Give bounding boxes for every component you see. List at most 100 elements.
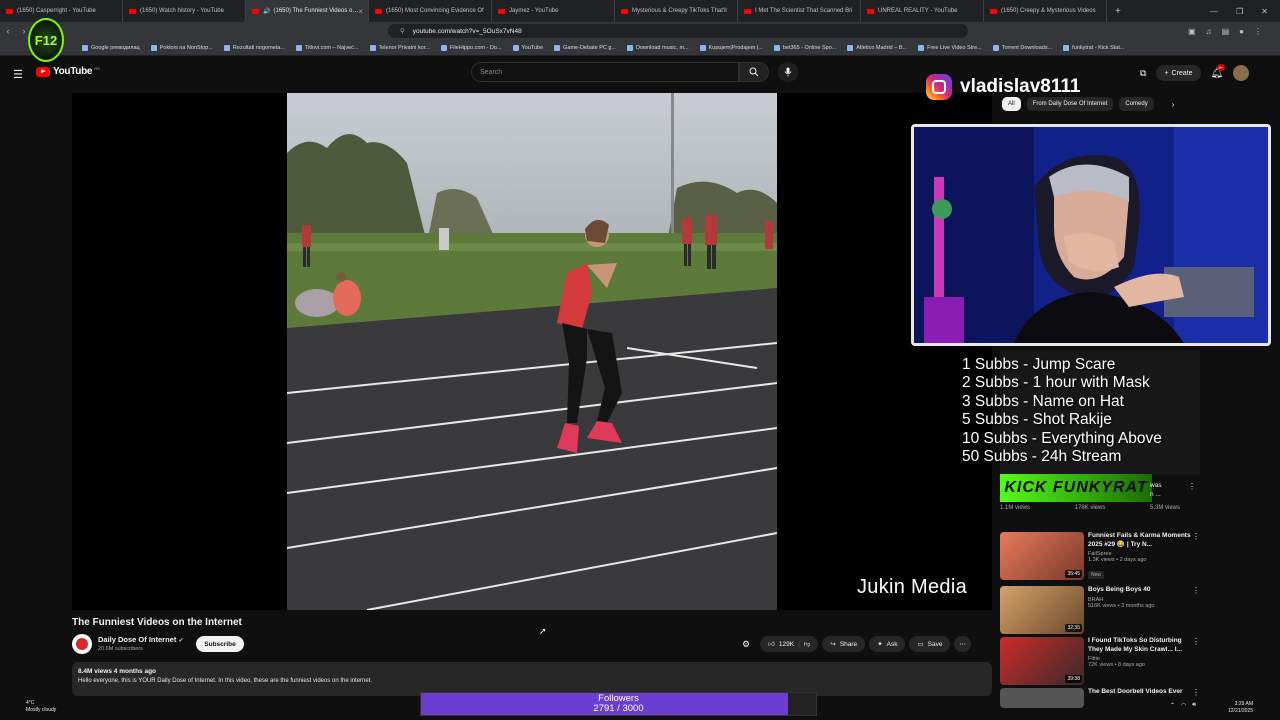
maximize-icon[interactable]: ❐ [1236, 7, 1243, 16]
address-bar[interactable]: ⚲ youtube.com/watch?v=_5OuSx7vN48 [388, 24, 968, 38]
more-icon[interactable]: ⋮ [1192, 637, 1200, 646]
save-button[interactable]: ▭ Save [909, 636, 951, 652]
bookmark-item[interactable]: Pokloni na NonStop... [150, 44, 213, 51]
chip-from-channel[interactable]: From Daily Dose Of Internet [1026, 97, 1114, 111]
more-icon[interactable]: ⋮ [1192, 532, 1200, 541]
search-icon [749, 67, 759, 77]
bookmark-item[interactable]: Download music, m... [627, 44, 689, 51]
recommendation-title[interactable]: Funniest Fails & Karma Moments 2025 #29 … [1088, 532, 1192, 549]
streamer-logo: F12 [28, 18, 64, 62]
chevron-right-icon[interactable]: › [1172, 100, 1175, 109]
more-icon[interactable]: ⋮ [1192, 586, 1200, 595]
youtube-favicon-icon [252, 8, 259, 14]
bookmark-item[interactable]: Telenor Privatni kor... [369, 44, 430, 51]
instagram-handle: vladislav8111 [960, 76, 1081, 97]
bookmark-item[interactable]: YouTube [512, 44, 544, 51]
bookmark-item[interactable]: Torrent Downloads... [992, 44, 1052, 51]
bookmark-item[interactable]: Google preводилац [82, 44, 140, 51]
chip-all[interactable]: All [1002, 97, 1021, 111]
youtube-favicon-icon [498, 8, 505, 14]
weather-widget[interactable]: 4°C Mostly cloudy [10, 700, 56, 714]
video-frame[interactable] [287, 93, 777, 610]
new-badge: New [1088, 571, 1105, 579]
more-icon[interactable]: ⋮ [1188, 482, 1196, 491]
more-actions-button[interactable]: ⋯ [954, 636, 971, 652]
youtube-logo[interactable]: YouTube RS [36, 66, 100, 77]
microphone-icon [784, 67, 792, 77]
video-thumbnail[interactable]: 39:38 [1000, 637, 1084, 685]
bookmark-item[interactable]: Free Live Video Stre... [918, 44, 982, 51]
menu-icon[interactable]: ⋮ [1254, 27, 1262, 36]
cast-icon[interactable]: ⧉ [1140, 68, 1146, 79]
browser-tab-active[interactable]: 🔊 (1650) The Funniest Videos o… × [246, 0, 369, 22]
browser-tab[interactable]: (1650) Watch history - YouTube [123, 0, 246, 22]
tab-label: I Met The Scientist That Scanned Bri [755, 8, 853, 14]
music-icon[interactable]: ♫ [1206, 27, 1212, 36]
thumbs-down-icon[interactable]: 👎︎ [804, 640, 811, 648]
browser-tab[interactable]: (1650) Casperright - YouTube [0, 0, 123, 22]
chip-comedy[interactable]: Comedy [1119, 97, 1154, 111]
browser-tab-strip: (1650) Casperright - YouTube (1650) Watc… [0, 0, 1280, 22]
close-window-icon[interactable]: ✕ [1261, 7, 1268, 16]
search-input[interactable]: Search [471, 62, 739, 82]
browser-tab[interactable]: (1650) Most Convincing Evidence Of [369, 0, 492, 22]
recommendation-title[interactable]: The Best Doorbell Videos Ever [1088, 688, 1192, 697]
wifi-icon[interactable]: ◠ [1181, 702, 1186, 709]
bookmark-item[interactable]: Titlovi.com – Najveć... [295, 44, 359, 51]
new-tab-icon[interactable]: + [1107, 6, 1129, 17]
profile-icon[interactable]: ● [1239, 27, 1244, 36]
video-thumbnail[interactable]: 32:35 [1000, 586, 1084, 634]
gear-icon[interactable]: ⚙ [742, 639, 750, 650]
bookmark-favicon-icon [918, 44, 925, 51]
browser-tab[interactable]: I Met The Scientist That Scanned Bri [738, 0, 861, 22]
ask-button[interactable]: ✦ Ask [869, 636, 906, 652]
channel-name[interactable]: Daily Dose Of Internet ✔ [98, 635, 183, 644]
bookmark-item[interactable]: Game-Debate PC g... [554, 44, 616, 51]
description-box[interactable]: 8.4M views 4 months ago Hello everyone, … [72, 662, 992, 696]
bookmark-label: Pokloni na NonStop... [159, 44, 213, 51]
browser-tab[interactable]: UNREAL REALITY - YouTube [861, 0, 984, 22]
channel-avatar[interactable] [72, 634, 92, 654]
sidebar-icon[interactable]: ▤ [1222, 27, 1230, 36]
bookmark-label: YouTube [521, 44, 544, 51]
like-button[interactable]: 👍︎ 129K | 👎︎ [760, 636, 819, 652]
notifications-button[interactable]: 🔔︎ 9+ [1211, 63, 1226, 79]
bookmark-item[interactable]: FileHippo.com - Do... [440, 44, 502, 51]
account-avatar[interactable] [1233, 65, 1250, 81]
short-title-partial[interactable]: was n ... [1150, 481, 1162, 499]
share-button[interactable]: ↪ Share [822, 636, 866, 652]
recommendation-title[interactable]: Boys Being Boys 40 [1088, 586, 1192, 595]
close-tab-icon[interactable]: × [358, 7, 363, 16]
minimize-icon[interactable]: — [1210, 7, 1218, 16]
bookmark-item[interactable]: funkytrat - Kick Stat... [1063, 44, 1124, 51]
recommendation-item[interactable]: 32:35 Boys Being Boys 40 BRAH 516K views… [1000, 586, 1200, 636]
volume-icon[interactable]: 🔊︎ [1192, 702, 1196, 709]
bookmark-item[interactable]: Atletico Madrid – B... [847, 44, 907, 51]
taskbar-clock[interactable]: 3:29 AM 12/21/2025 [1228, 701, 1253, 715]
extension-icon[interactable]: ▣ [1188, 27, 1196, 36]
recommendation-title[interactable]: I Found TikToks So Disturbing They Made … [1088, 637, 1192, 654]
bookmark-label: Google preводилац [91, 44, 140, 51]
create-button[interactable]: + Create [1156, 65, 1201, 81]
channel-logo-icon [76, 638, 88, 650]
youtube-favicon-icon [744, 8, 751, 14]
browser-tab[interactable]: Jaymez - YouTube [492, 0, 615, 22]
youtube-favicon-icon [621, 8, 628, 14]
bookmark-item[interactable]: Rezultati nogometa... [223, 44, 285, 51]
browser-tab[interactable]: (1650) Creepy & Mysterious Videos [984, 0, 1107, 22]
chevron-up-icon[interactable]: ⌃ [1170, 702, 1175, 709]
bookmark-item[interactable]: bet365 - Online Spo... [773, 44, 836, 51]
video-thumbnail[interactable]: 35:45 [1000, 532, 1084, 580]
voice-search-button[interactable] [778, 62, 798, 82]
subscribe-button[interactable]: Subscribe [196, 636, 244, 652]
video-thumbnail[interactable] [1000, 688, 1084, 708]
site-info-icon[interactable]: ⚲ [400, 27, 405, 35]
recommendation-item[interactable]: 35:45 Funniest Fails & Karma Moments 202… [1000, 532, 1200, 582]
more-icon[interactable]: ⋮ [1192, 688, 1200, 697]
search-button[interactable] [739, 62, 769, 82]
browser-tab[interactable]: Mysterious & Creepy TikToks That'll [615, 0, 738, 22]
bookmark-item[interactable]: Kupujem|Prodajem |... [699, 44, 763, 51]
back-icon[interactable]: ‹ [0, 26, 16, 36]
recommendation-item[interactable]: 39:38 I Found TikToks So Disturbing They… [1000, 637, 1200, 687]
hamburger-menu-icon[interactable]: ☰ [13, 68, 23, 81]
